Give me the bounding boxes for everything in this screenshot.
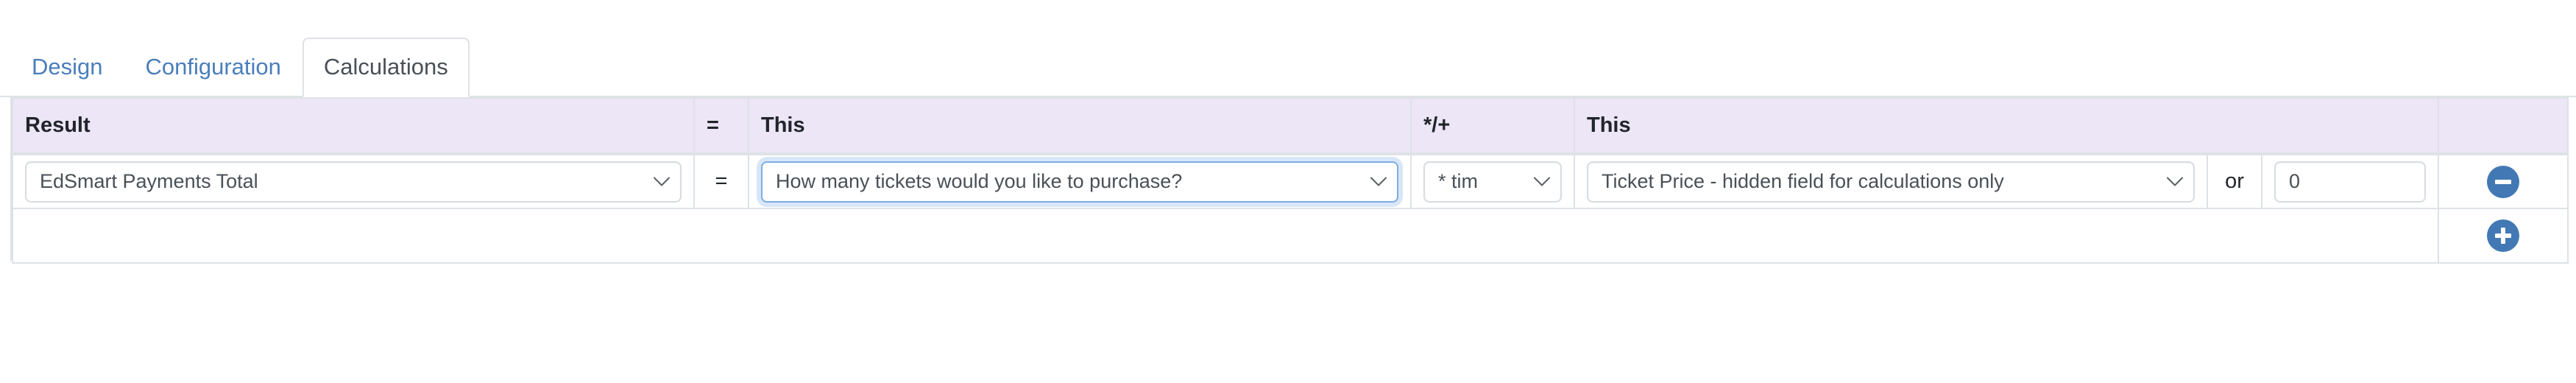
cell-this-right: Ticket Price - hidden field for calculat… (1574, 153, 2208, 209)
remove-row-button[interactable] (2487, 165, 2520, 198)
cell-constant: 0 (2260, 153, 2440, 209)
result-select-value: EdSmart Payments Total (40, 170, 258, 192)
result-select-wrap: EdSmart Payments Total (25, 161, 682, 203)
column-header-this-left: This (748, 97, 1412, 155)
add-row-button[interactable] (2487, 219, 2520, 252)
table-row: EdSmart Payments Total = How many ticket… (12, 153, 2569, 209)
this-right-select[interactable]: Ticket Price - hidden field for calculat… (1587, 161, 2195, 203)
this-right-select-value: Ticket Price - hidden field for calculat… (1602, 170, 2004, 192)
this-left-select[interactable]: How many tickets would you like to purch… (761, 161, 1398, 203)
table-header-row: Result = This */+ This (12, 97, 2569, 155)
tab-design[interactable]: Design (10, 38, 124, 97)
tab-configuration[interactable]: Configuration (124, 38, 302, 97)
cell-operator: * tim (1410, 153, 1575, 209)
minus-circle-icon (2495, 174, 2512, 190)
plus-circle-icon (2495, 228, 2512, 244)
table-add-row (11, 208, 2569, 264)
operator-select[interactable]: * tim (1423, 161, 1562, 203)
constant-value-text: 0 (2289, 170, 2301, 192)
cell-remove-action (2438, 153, 2569, 209)
cell-result: EdSmart Payments Total (12, 153, 695, 209)
cell-add-action (2438, 208, 2569, 264)
this-left-select-value: How many tickets would you like to purch… (776, 170, 1183, 192)
tab-bar: Design Configuration Calculations (0, 0, 2576, 97)
cell-or: or (2207, 153, 2262, 209)
calculations-table: Result = This */+ This EdSmart Payments … (11, 97, 2569, 264)
operator-select-wrap: * tim (1423, 161, 1562, 203)
table-header: Result = This */+ This (12, 97, 2569, 155)
this-left-select-wrap: How many tickets would you like to purch… (761, 161, 1398, 203)
or-label: or (2225, 169, 2244, 193)
cell-add-row-spacer (11, 208, 2440, 264)
equals-symbol: = (715, 169, 728, 193)
column-header-operator: */+ (1410, 97, 1575, 155)
column-header-equals: = (693, 97, 749, 155)
tab-calculations[interactable]: Calculations (302, 38, 470, 97)
column-header-result: Result (12, 97, 695, 155)
this-right-select-wrap: Ticket Price - hidden field for calculat… (1587, 161, 2195, 203)
column-header-this-right: This (1573, 97, 2440, 155)
table-body: EdSmart Payments Total = How many ticket… (11, 153, 2569, 264)
calculations-card: Result = This */+ This EdSmart Payments … (10, 97, 2569, 264)
cell-this-left: How many tickets would you like to purch… (748, 153, 1412, 209)
operator-select-value: * tim (1438, 170, 1478, 192)
column-header-actions (2438, 97, 2569, 155)
cell-equals: = (693, 153, 749, 209)
result-select[interactable]: EdSmart Payments Total (25, 161, 682, 203)
constant-value-input[interactable]: 0 (2274, 161, 2427, 203)
